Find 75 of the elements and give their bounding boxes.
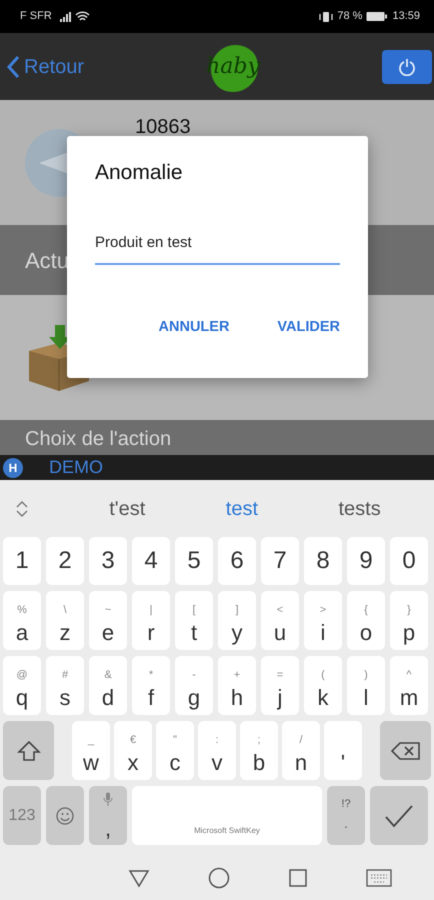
keyboard-key[interactable]: 9 xyxy=(347,537,385,585)
keyboard-key[interactable]: @ q xyxy=(3,656,41,715)
keyboard-key[interactable]: & d xyxy=(89,656,127,715)
keyboard-key[interactable]: } p xyxy=(390,591,428,650)
shift-icon xyxy=(16,738,40,762)
checkmark-icon xyxy=(384,804,414,828)
keyboard-key[interactable]: / n xyxy=(282,721,320,780)
keyboard-key[interactable]: ^ m xyxy=(390,656,428,715)
keyboard-key[interactable]: * f xyxy=(132,656,170,715)
clock: 13:59 xyxy=(392,9,420,24)
keyboard-key[interactable]: % a xyxy=(3,591,41,650)
keyboard-key[interactable]: ( k xyxy=(304,656,342,715)
keyboard-key[interactable]: | r xyxy=(132,591,170,650)
demo-label: DEMO xyxy=(49,456,103,479)
keyboard-key[interactable]: [ t xyxy=(175,591,213,650)
keyboard-key[interactable]: # s xyxy=(46,656,84,715)
keyboard-key[interactable]: - g xyxy=(175,656,213,715)
microphone-icon xyxy=(103,792,113,806)
keyboard-key[interactable] xyxy=(3,721,54,780)
section-heading: Actu xyxy=(25,246,70,274)
keyboard-key[interactable]: 2 xyxy=(46,537,84,585)
keyboard-key[interactable]: \ z xyxy=(46,591,84,650)
wifi-icon xyxy=(74,10,90,22)
keyboard-key[interactable]: : v xyxy=(198,721,236,780)
suggestion[interactable]: tests xyxy=(338,494,381,524)
app-badge: H xyxy=(3,458,23,478)
keyboard-key[interactable]: 6 xyxy=(218,537,256,585)
keyboard-key[interactable]: 0 xyxy=(390,537,428,585)
recents-icon xyxy=(288,868,308,888)
chevron-left-icon xyxy=(6,54,20,78)
battery-percent: 78 % xyxy=(337,9,362,24)
keyboard-key[interactable]: € x xyxy=(114,721,152,780)
keyboard-key[interactable]: ' xyxy=(324,721,362,780)
keyboard-key[interactable]: ~ e xyxy=(89,591,127,650)
keyboard-key[interactable]: !? . xyxy=(327,786,365,845)
dialog-button[interactable]: ANNULER xyxy=(158,316,230,338)
keyboard-key[interactable]: = j xyxy=(261,656,299,715)
keyboard-key[interactable]: ) l xyxy=(347,656,385,715)
suggestion[interactable]: t'est xyxy=(109,494,146,524)
dialog-title: Anomalie xyxy=(95,160,184,186)
keyboard-key[interactable]: { o xyxy=(347,591,385,650)
keyboard-key[interactable]: 5 xyxy=(175,537,213,585)
keyboard-key[interactable] xyxy=(370,786,428,845)
keyboard-key[interactable]: 7 xyxy=(261,537,299,585)
battery-icon xyxy=(366,11,388,22)
keyboard-key[interactable]: 8 xyxy=(304,537,342,585)
keyboard-key[interactable]: + h xyxy=(218,656,256,715)
item-number: 10863 xyxy=(135,115,191,140)
keyboard-key[interactable] xyxy=(380,721,431,780)
keyboard-key[interactable]: < u xyxy=(261,591,299,650)
back-icon xyxy=(128,868,150,888)
suggestion[interactable]: test xyxy=(226,494,258,524)
home-icon xyxy=(208,866,230,888)
expand-icon xyxy=(15,498,29,518)
power-button[interactable] xyxy=(382,50,432,84)
keyboard-icon xyxy=(366,868,392,886)
keyboard-key[interactable]: 4 xyxy=(132,537,170,585)
keyboard-key[interactable]: " c xyxy=(156,721,194,780)
keyboard-key[interactable]: ] y xyxy=(218,591,256,650)
signal-icon xyxy=(58,10,72,22)
emoji-icon xyxy=(56,806,74,824)
backspace-icon xyxy=(390,740,420,760)
keyboard-key[interactable]: 1 xyxy=(3,537,41,585)
keyboard-key[interactable]: _ w xyxy=(72,721,110,780)
keyboard-key[interactable]: ; b xyxy=(240,721,278,780)
keyboard-key[interactable]: 3 xyxy=(89,537,127,585)
power-icon xyxy=(398,58,416,76)
dialog-button[interactable]: VALIDER xyxy=(277,316,340,338)
keyboard-key[interactable]: , xyxy=(89,786,127,845)
carrier-name: F SFR xyxy=(20,9,52,24)
keyboard-key[interactable] xyxy=(46,786,84,845)
section-heading: Choix de l'action xyxy=(25,428,172,450)
keyboard-key[interactable]: > i xyxy=(304,591,342,650)
keyboard-key[interactable]: Microsoft SwiftKey xyxy=(132,786,322,845)
vibrate-icon xyxy=(319,10,334,22)
